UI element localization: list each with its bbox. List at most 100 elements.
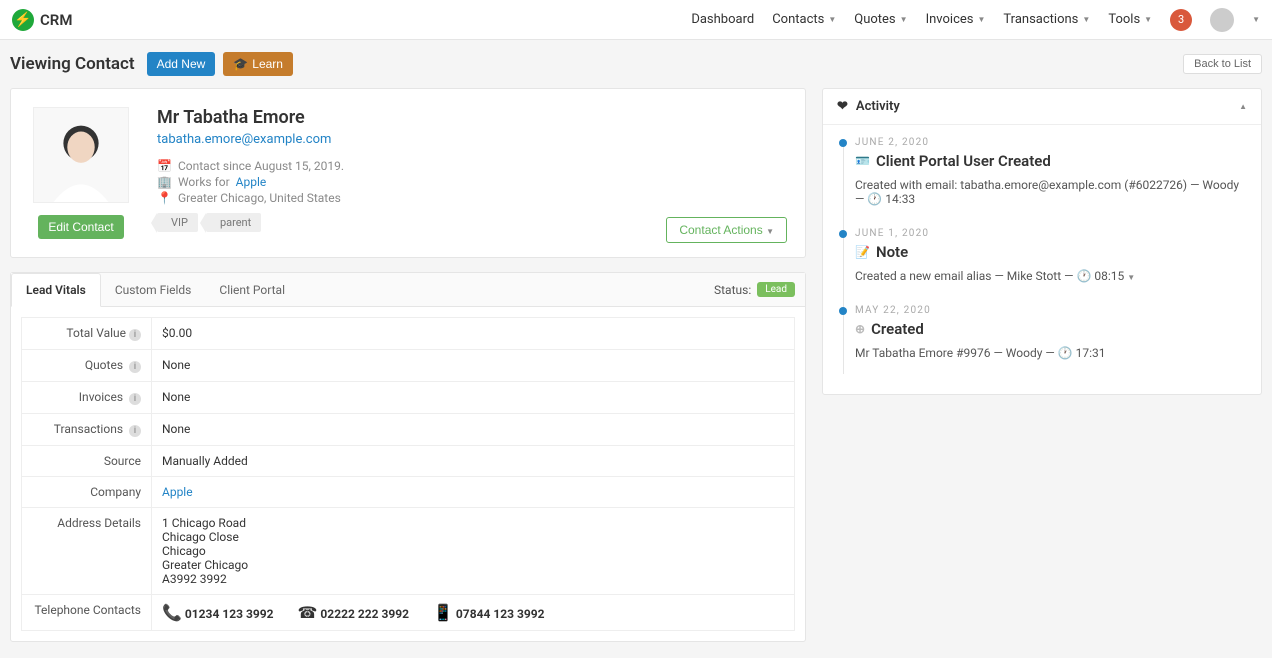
timeline-title: Client Portal User Created [876,152,1051,170]
status-label: Status: [714,283,751,297]
note-icon: 📝 [855,245,870,259]
calendar-icon: 📅 [157,159,172,173]
nav-quotes[interactable]: Quotes ▼ [854,12,907,27]
mobile-icon: 📱 [433,603,453,622]
tabs: Lead Vitals Custom Fields Client Portal … [11,273,805,307]
company-link[interactable]: Apple [236,175,267,189]
info-icon[interactable]: i [129,425,141,437]
vitals-table: Total Valuei$0.00 Quotes iNone Invoices … [21,317,795,631]
transactions-value: None [152,414,795,446]
tab-custom-fields[interactable]: Custom Fields [101,274,206,306]
activity-header[interactable]: ❤ Activity ▲ [823,89,1261,125]
timeline-desc: Created a new email alias — Mike Stott —… [855,269,1243,283]
tag-parent[interactable]: parent [206,213,261,232]
info-icon[interactable]: i [129,393,141,405]
nav-invoices[interactable]: Invoices▼ [926,12,986,27]
contact-email-link[interactable]: tabatha.emore@example.com [157,132,331,147]
chevron-down-icon: ▼ [900,15,908,24]
user-avatar[interactable] [1210,8,1234,32]
timeline-dot-icon [839,230,847,238]
id-card-icon: 🪪 [855,154,870,168]
activity-title: Activity [856,99,900,114]
company-link[interactable]: Apple [162,485,193,499]
chevron-down-icon[interactable]: ▼ [1252,15,1260,24]
building-icon: 🏢 [157,175,172,189]
edit-contact-button[interactable]: Edit Contact [38,215,123,239]
timeline-date: JUNE 1, 2020 [855,228,1243,239]
contact-since: 📅 Contact since August 15, 2019. [157,159,344,173]
total-value: $0.00 [152,318,795,350]
chevron-down-icon[interactable]: ▼ [1127,273,1135,282]
contact-actions-label: Contact Actions [679,223,762,237]
address-value: 1 Chicago RoadChicago CloseChicagoGreate… [152,508,795,595]
chevron-down-icon: ▼ [766,227,774,236]
tag-vip[interactable]: VIP [157,213,198,232]
brand[interactable]: ⚡ CRM [12,9,72,31]
phones: 📞 01234 123 3992 ☎ 02222 222 3992 📱 0784… [162,603,784,622]
chevron-up-icon[interactable]: ▲ [1239,102,1247,111]
contact-company: 🏢 Works for Apple [157,175,344,189]
vitals-card: Lead Vitals Custom Fields Client Portal … [10,272,806,642]
notification-badge[interactable]: 3 [1170,9,1192,31]
table-row: Total Valuei $0.00 [22,318,795,350]
transactions-label: Transactions [54,422,123,436]
nav-tools[interactable]: Tools▼ [1108,12,1152,27]
contact-card: Edit Contact Mr Tabatha Emore tabatha.em… [10,88,806,258]
timeline-time: 14:33 [885,192,915,206]
table-row: Telephone Contacts 📞 01234 123 3992 ☎ 02… [22,595,795,631]
timeline-time: 17:31 [1076,346,1106,360]
plus-circle-icon: ⊕ [855,322,865,336]
phone-icon: ☎ [298,603,318,622]
timeline-title: Note [876,243,908,261]
phone-home: 01234 123 3992 [185,607,274,621]
graduation-cap-icon: 🎓 [233,57,248,71]
add-new-button[interactable]: Add New [147,52,216,76]
timeline-date: JUNE 2, 2020 [855,137,1243,148]
chevron-down-icon: ▼ [828,15,836,24]
contact-avatar [33,107,129,203]
page-header: Viewing Contact Add New 🎓Learn Back to L… [0,40,1272,88]
learn-button[interactable]: 🎓Learn [223,52,293,76]
tab-lead-vitals[interactable]: Lead Vitals [11,273,101,307]
heartbeat-icon: ❤ [837,99,848,114]
timeline-desc: Created with email: tabatha.emore@exampl… [855,178,1243,206]
table-row: Invoices iNone [22,382,795,414]
table-row: Address Details1 Chicago RoadChicago Clo… [22,508,795,595]
nav-dashboard[interactable]: Dashboard [691,12,754,27]
phone-work: 02222 222 3992 [320,607,409,621]
info-icon[interactable]: i [129,361,141,373]
nav: Dashboard Contacts▼ Quotes▼ Invoices▼ Tr… [691,8,1260,32]
phone-mobile: 07844 123 3992 [456,607,545,621]
timeline-date: MAY 22, 2020 [855,305,1243,316]
nav-invoices-label: Invoices [926,12,974,27]
invoices-value: None [152,382,795,414]
nav-dashboard-label: Dashboard [691,12,754,27]
timeline-desc: Mr Tabatha Emore #9976 — Woody — 🕐 17:31 [855,346,1243,360]
clock-icon: 🕐 [867,192,882,206]
pin-icon: 📍 [157,191,172,205]
works-for-prefix: Works for [178,175,230,189]
table-row: Company Apple [22,477,795,508]
nav-contacts-label: Contacts [772,12,824,27]
clock-icon: 🕐 [1058,346,1073,360]
back-to-list-button[interactable]: Back to List [1183,54,1262,74]
contact-since-text: Contact since August 15, 2019. [178,159,344,173]
nav-quotes-label: Quotes [854,12,895,27]
phone-icon: 📞 [162,603,182,622]
company-label: Company [22,477,152,508]
contact-actions-button[interactable]: Contact Actions ▼ [666,217,787,243]
nav-transactions[interactable]: Transactions▼ [1003,12,1090,27]
page-title: Viewing Contact [10,54,135,74]
status-badge: Lead [757,282,795,297]
nav-contacts[interactable]: Contacts ▼ [772,12,836,27]
contact-location: 📍Greater Chicago, United States [157,191,344,205]
activity-card: ❤ Activity ▲ JUNE 2, 2020 🪪 Client Portal… [822,88,1262,395]
tab-client-portal[interactable]: Client Portal [205,274,299,306]
total-value-label: Total Value [66,326,126,340]
address-label: Address Details [22,508,152,595]
source-label: Source [22,446,152,477]
info-icon[interactable]: i [129,329,141,341]
quotes-value: None [152,350,795,382]
table-row: Quotes iNone [22,350,795,382]
timeline-dot-icon [839,307,847,315]
